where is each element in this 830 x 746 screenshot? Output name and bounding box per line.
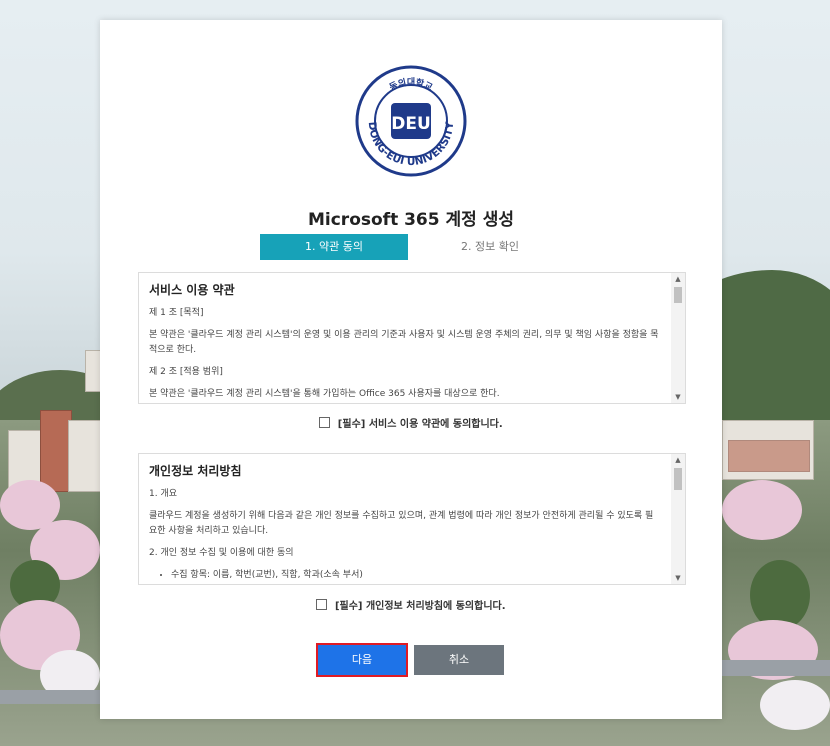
terms-line: 본 약관은 '클라우드 계정 관리 시스템'을 통해 가입하는 Office 3… [149, 389, 500, 399]
step-indicator: 1. 약관 동의 2. 정보 확인 [260, 234, 560, 260]
privacy-policy-box[interactable]: 개인정보 처리방침 1. 개요 클라우드 계정을 생성하기 위해 다음과 같은 … [138, 453, 686, 585]
next-button[interactable]: 다음 [316, 643, 408, 677]
privacy-line: 2. 개인 정보 수집 및 이용에 대한 동의 [149, 548, 294, 558]
privacy-agree-checkbox[interactable] [316, 599, 328, 610]
privacy-heading: 개인정보 처리방침 [149, 464, 242, 478]
terms-agree-checkbox[interactable] [319, 417, 331, 428]
privacy-agree-label[interactable]: [필수] 개인정보 처리방침에 동의합니다. [335, 601, 506, 612]
privacy-scrollbar[interactable]: ▲ ▼ [671, 454, 685, 584]
scroll-thumb[interactable] [674, 287, 682, 303]
terms-line: 본 약관은 '클라우드 계정 관리 시스템'의 운영 및 이용 관리의 기준과 … [149, 330, 659, 355]
step-info-confirm: 2. 정보 확인 [461, 240, 519, 253]
scroll-down-arrow-icon[interactable]: ▼ [671, 391, 685, 403]
seal-emblem-text: DEU [391, 114, 431, 134]
privacy-line: 클라우드 계정을 생성하기 위해 다음과 같은 개인 정보를 수집하고 있으며,… [149, 511, 654, 536]
list-item: 수집 항목: 이름, 학번(교번), 직함, 학과(소속 부서) [171, 568, 661, 583]
cancel-button[interactable]: 취소 [414, 645, 504, 675]
scroll-thumb[interactable] [674, 468, 682, 490]
privacy-line: 1. 개요 [149, 489, 178, 499]
scroll-up-arrow-icon[interactable]: ▲ [671, 454, 685, 466]
step-terms-agreement: 1. 약관 동의 [260, 234, 408, 260]
terms-agree-label[interactable]: [필수] 서비스 이용 약관에 동의합니다. [338, 419, 503, 430]
privacy-agree-checkbox-row[interactable]: [필수] 개인정보 처리방침에 동의합니다. [100, 597, 722, 612]
terms-scrollbar[interactable]: ▲ ▼ [671, 273, 685, 403]
terms-line: 제 1 조 [목적] [149, 308, 204, 318]
terms-heading: 서비스 이용 약관 [149, 283, 235, 297]
scroll-up-arrow-icon[interactable]: ▲ [671, 273, 685, 285]
university-seal-logo: 동의대학교 DONG-EUI UNIVERSITY DEU [355, 65, 467, 177]
page-title: Microsoft 365 계정 생성 [307, 210, 514, 230]
account-creation-dialog: 동의대학교 DONG-EUI UNIVERSITY DEU Microsoft … [100, 20, 722, 719]
privacy-bullet-list: 수집 항목: 이름, 학번(교번), 직함, 학과(소속 부서) [149, 568, 661, 583]
terms-agree-checkbox-row[interactable]: [필수] 서비스 이용 약관에 동의합니다. [100, 415, 722, 430]
terms-line: 제 2 조 [적용 범위] [149, 367, 223, 377]
terms-of-service-box[interactable]: 서비스 이용 약관 제 1 조 [목적] 본 약관은 '클라우드 계정 관리 시… [138, 272, 686, 404]
scroll-down-arrow-icon[interactable]: ▼ [671, 572, 685, 584]
